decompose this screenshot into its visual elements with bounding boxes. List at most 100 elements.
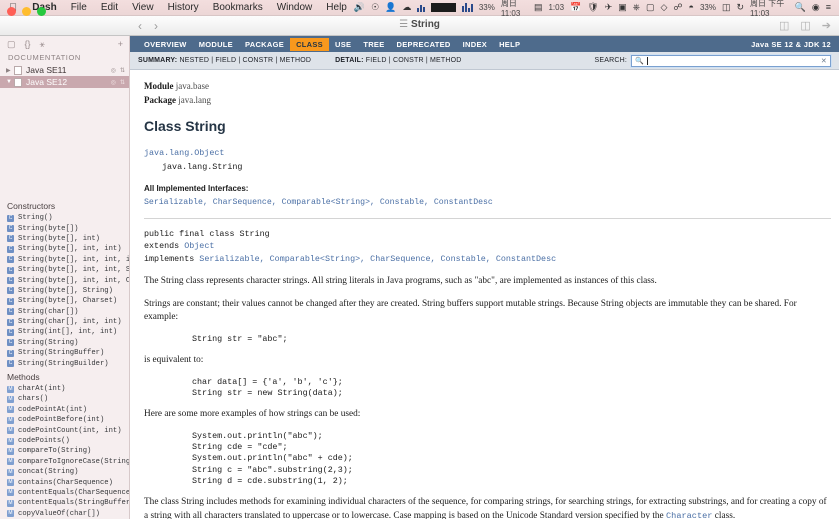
tag-icon[interactable]: ⚹ (40, 39, 45, 50)
inheritance-object-link[interactable]: java.lang.Object (144, 148, 224, 158)
update-icon[interactable]: ⇅ (120, 67, 125, 74)
list-item-label: chars() (18, 395, 49, 404)
spotlight-search-icon[interactable]: 🔍 (795, 3, 806, 12)
sidebar-toggle-icon[interactable]: ◫ (779, 19, 789, 32)
app-icon-2[interactable]: ⎈ (633, 3, 640, 12)
list-item[interactable]: McontentEquals(CharSequence) (0, 488, 129, 498)
menu-item-file[interactable]: File (64, 2, 94, 13)
list-item[interactable]: C String(byte[], int, int) (0, 244, 129, 254)
shield-icon[interactable]: 🛡 (587, 3, 598, 12)
sidebar-item-java-se12[interactable]: ▼ Java SE12 ◎ ⇅ (0, 76, 129, 88)
snippet-icon[interactable]: {} (25, 39, 31, 49)
sync-icon[interactable]: ↻ (737, 3, 745, 12)
user-icon[interactable]: 👤 (385, 3, 396, 12)
list-item[interactable]: C String(byte[], int, int, StrL… (0, 265, 129, 275)
list-item[interactable]: C String(String) (0, 338, 129, 348)
list-item[interactable]: Mcontains(CharSequence) (0, 477, 129, 487)
menu-item-bookmarks[interactable]: Bookmarks (206, 2, 270, 13)
list-item[interactable]: C String(byte[], int) (0, 234, 129, 244)
module-value[interactable]: java.base (176, 81, 209, 91)
split-view-icon[interactable]: ◫ (800, 19, 810, 32)
airplay-icon[interactable]: ☉ (371, 3, 379, 12)
menu-item-window[interactable]: Window (270, 2, 320, 13)
extends-type[interactable]: Object (184, 241, 214, 251)
list-item[interactable]: C String(byte[], int, int, int) (0, 255, 129, 265)
notification-center-icon[interactable]: ≡ (826, 3, 831, 12)
list-item[interactable]: McodePointCount(int, int) (0, 425, 129, 435)
list-item-label: String(char[]) (18, 307, 79, 316)
add-button[interactable]: + (118, 39, 123, 49)
calendar-icon[interactable]: 📅 (570, 3, 581, 12)
eye-icon[interactable]: ◎ (111, 79, 116, 86)
nav-deprecated[interactable]: DEPRECATED (391, 38, 457, 51)
menu-item-help[interactable]: Help (319, 2, 354, 13)
menu-item-history[interactable]: History (161, 2, 206, 13)
list-item[interactable]: C String(int[], int, int) (0, 327, 129, 337)
menu-item-edit[interactable]: Edit (94, 2, 125, 13)
siri-icon[interactable]: ◉ (812, 3, 820, 12)
clear-x-icon[interactable]: ✕ (821, 57, 827, 65)
chevron-right-icon[interactable]: ▶ (6, 67, 14, 74)
list-item[interactable]: C String(StringBuilder) (0, 358, 129, 368)
list-item[interactable]: C String(byte[], String) (0, 286, 129, 296)
nav-index[interactable]: INDEX (457, 38, 493, 51)
list-item[interactable]: C String(byte[], int, int, Char… (0, 275, 129, 285)
list-item[interactable]: McompareToIgnoreCase(String) (0, 457, 129, 467)
nav-class[interactable]: CLASS (290, 37, 329, 51)
list-item[interactable]: C String() (0, 213, 129, 223)
sidebar-item-java-se11[interactable]: ▶ Java SE11 ◎ ⇅ (0, 64, 129, 76)
search-input[interactable]: 🔍 ✕ (631, 54, 831, 67)
wifi-icon[interactable]: ◓ (689, 3, 694, 12)
app-icon-1[interactable]: ▣ (618, 3, 627, 12)
minimize-button[interactable] (22, 7, 31, 16)
list-item[interactable]: Mchars() (0, 394, 129, 404)
app-icon-3[interactable]: ▢ (646, 3, 655, 12)
volume-icon[interactable]: 🔊 (354, 3, 365, 12)
battery-icon[interactable]: ◫ (722, 3, 731, 12)
docset-icon[interactable]: ▢ (7, 39, 16, 50)
vpn-icon[interactable]: ✈ (605, 3, 613, 12)
nav-use[interactable]: USE (329, 38, 357, 51)
nav-tree[interactable]: TREE (357, 38, 390, 51)
detail-items[interactable]: FIELD | CONSTR | METHOD (366, 57, 462, 64)
sidebar[interactable]: ▢ {} ⚹ + DOCUMENTATION ▶ Java SE11 ◎ ⇅ ▼… (0, 36, 130, 519)
list-item[interactable]: C String(char[]) (0, 307, 129, 317)
list-item[interactable]: C String(char[], int, int) (0, 317, 129, 327)
close-button[interactable] (7, 7, 16, 16)
list-item[interactable]: McodePointBefore(int) (0, 415, 129, 425)
share-icon[interactable]: ➔ (822, 19, 831, 32)
equalizer-icon[interactable] (417, 3, 426, 12)
nav-overview[interactable]: OVERVIEW (138, 38, 193, 51)
eye-icon[interactable]: ◎ (111, 67, 116, 74)
constructors-list[interactable]: C String() C String(byte[]) C String(byte[]… (0, 213, 129, 369)
update-icon[interactable]: ⇅ (120, 79, 125, 86)
list-item[interactable]: McontentEquals(StringBuffer) (0, 498, 129, 508)
nav-help[interactable]: HELP (493, 38, 526, 51)
dropbox-icon[interactable]: ◇ (660, 3, 667, 12)
list-item[interactable]: McopyValueOf(char[]) (0, 509, 129, 519)
menu-item-view[interactable]: View (125, 2, 161, 13)
list-item[interactable]: McharAt(int) (0, 384, 129, 394)
audio-meter-icon[interactable] (461, 3, 473, 12)
list-item[interactable]: C String(byte[]) (0, 223, 129, 233)
list-item[interactable]: McompareTo(String) (0, 446, 129, 456)
package-value[interactable]: java.lang (178, 95, 211, 105)
list-item[interactable]: McodePoints() (0, 436, 129, 446)
chevron-down-icon[interactable]: ▼ (6, 79, 14, 85)
zoom-button[interactable] (37, 7, 46, 16)
bluetooth-icon[interactable]: ☍ (673, 3, 682, 12)
menu-widget-dark-1[interactable] (431, 3, 456, 12)
implements-types[interactable]: Serializable, Comparable<String>, CharSe… (199, 254, 556, 264)
implemented-interfaces-list[interactable]: Serializable, CharSequence, Comparable<S… (144, 197, 831, 209)
character-class-link[interactable]: Character (666, 511, 712, 519)
battery-small-icon[interactable]: ▤ (534, 3, 543, 12)
summary-items[interactable]: NESTED | FIELD | CONSTR | METHOD (179, 57, 311, 64)
list-item[interactable]: Mconcat(String) (0, 467, 129, 477)
list-item[interactable]: McodePointAt(int) (0, 405, 129, 415)
cloud-icon[interactable]: ☁ (402, 3, 411, 12)
methods-list[interactable]: McharAt(int) Mchars() McodePointAt(int) … (0, 384, 129, 519)
list-item[interactable]: C String(byte[], Charset) (0, 296, 129, 306)
nav-module[interactable]: MODULE (193, 38, 239, 51)
list-item[interactable]: C String(StringBuffer) (0, 348, 129, 358)
nav-package[interactable]: PACKAGE (239, 38, 290, 51)
